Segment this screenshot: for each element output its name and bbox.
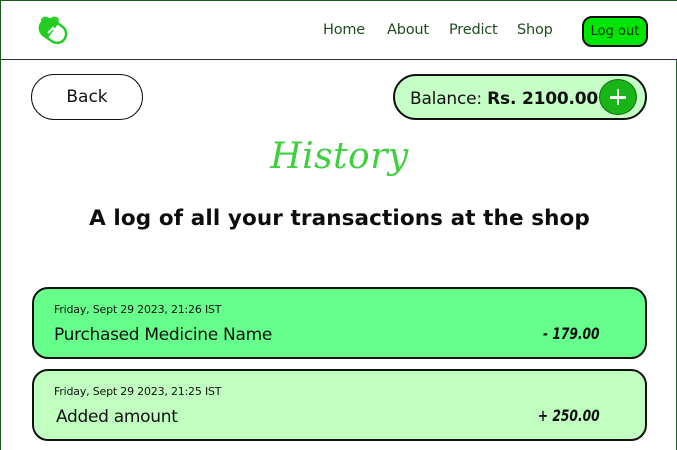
page-title: History — [270, 136, 409, 177]
nav-shop-link[interactable]: Shop — [517, 22, 553, 38]
navbar: Home About Predict Shop Log out — [1, 0, 677, 60]
balance-text: Balance: Rs. 2100.00 — [410, 89, 598, 109]
page-subtitle: A log of all your transactions at the sh… — [89, 206, 590, 231]
nav-home-link[interactable]: Home — [323, 22, 365, 38]
nav-about-link[interactable]: About — [387, 22, 429, 38]
transaction-date: Friday, Sept 29 2023, 21:26 IST — [54, 303, 222, 316]
transaction-amount: - 179.00 — [543, 324, 600, 343]
transaction-card: Friday, Sept 29 2023, 21:26 IST Purchase… — [32, 287, 647, 359]
transaction-card: Friday, Sept 29 2023, 21:25 IST Added am… — [32, 369, 647, 441]
transaction-description: Added amount — [56, 407, 178, 427]
nav-predict-link[interactable]: Predict — [449, 22, 498, 38]
balance-amount: Rs. 2100.00 — [487, 89, 598, 109]
back-button[interactable]: Back — [31, 74, 143, 120]
transaction-amount: + 250.00 — [538, 406, 600, 425]
logout-button[interactable]: Log out — [582, 16, 648, 47]
balance-display: Balance: Rs. 2100.00 — [393, 74, 647, 120]
transaction-description: Purchased Medicine Name — [54, 325, 272, 345]
capsule-heart-logo[interactable] — [34, 13, 72, 49]
add-funds-button[interactable] — [599, 79, 637, 115]
transaction-date: Friday, Sept 29 2023, 21:25 IST — [54, 385, 222, 398]
balance-label: Balance: — [410, 89, 482, 109]
